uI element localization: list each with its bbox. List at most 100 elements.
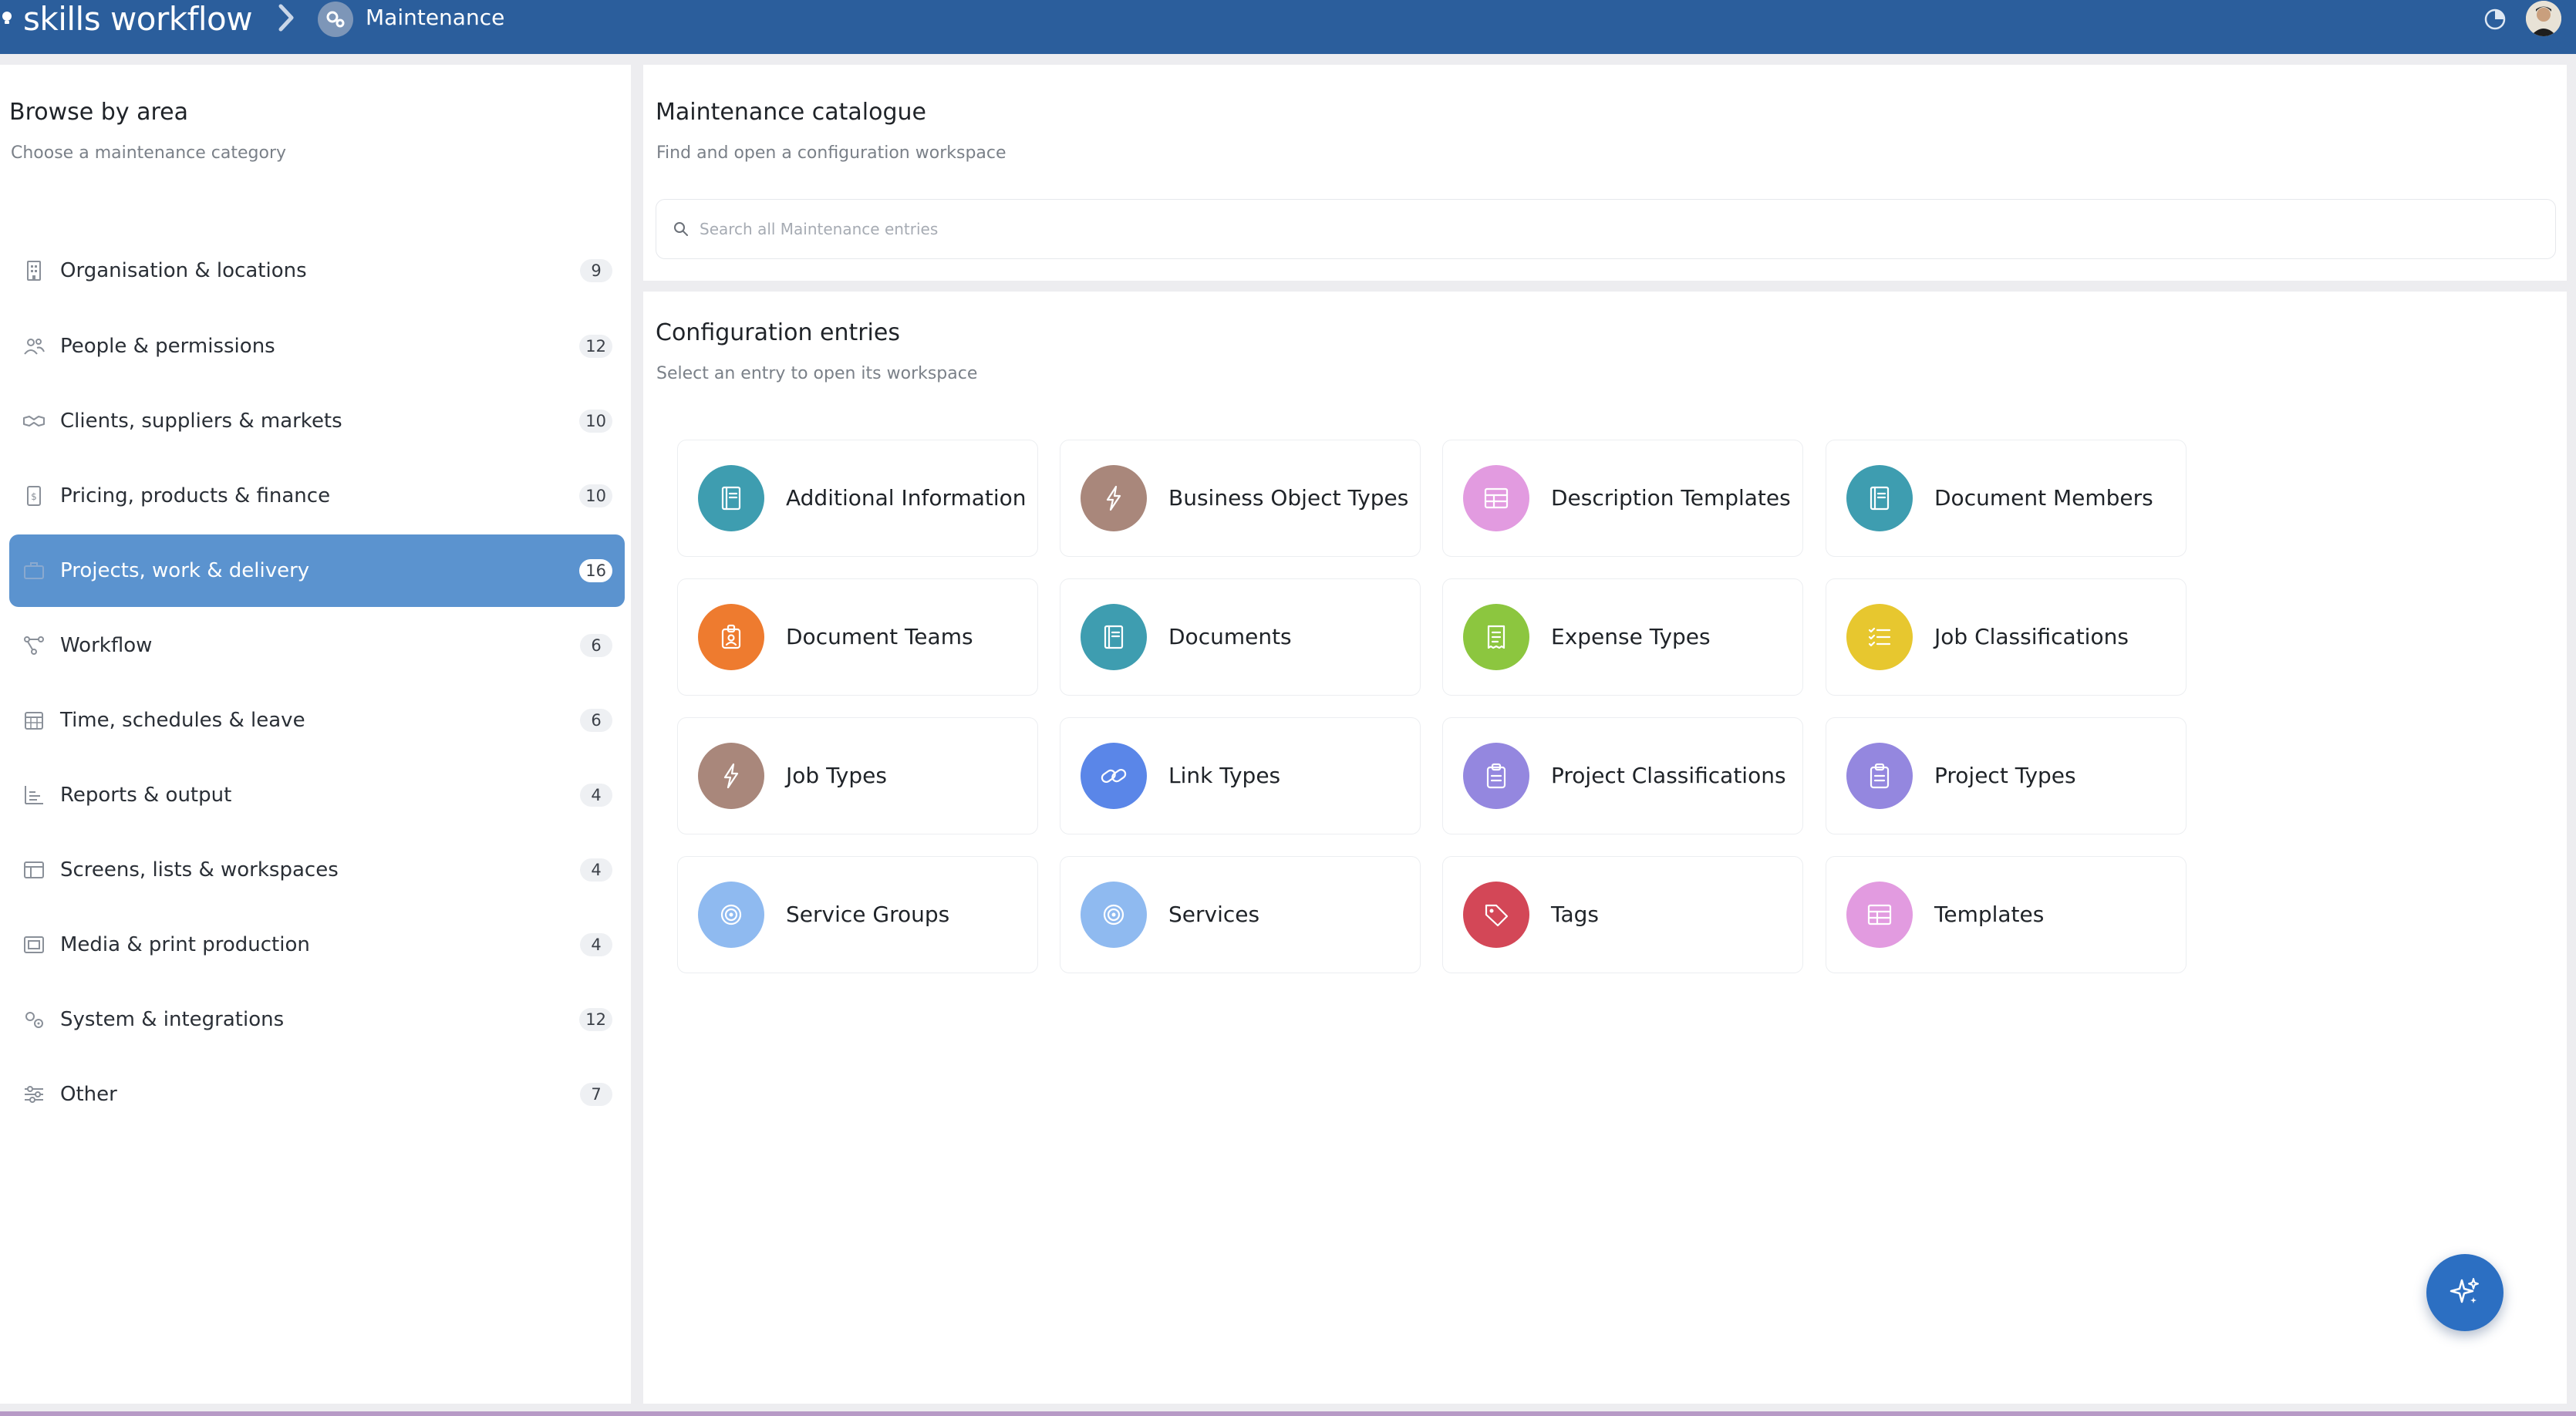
config-entry-label: Project Classifications	[1551, 763, 1786, 788]
config-entry-label: Link Types	[1168, 763, 1281, 788]
count-badge: 6	[580, 634, 612, 657]
count-badge: 4	[580, 858, 612, 882]
sidebar-item[interactable]: Other 7	[9, 1058, 625, 1131]
sidebar-item-label: Screens, lists & workspaces	[60, 858, 339, 882]
count-badge: 4	[580, 933, 612, 956]
count-badge: 7	[580, 1083, 612, 1106]
people-icon	[24, 339, 45, 355]
config-entry-card[interactable]: Job Types	[677, 717, 1038, 834]
app-logo[interactable]: skills workflow	[2, 0, 253, 38]
config-entry-label: Job Types	[786, 763, 887, 788]
sidebar-item[interactable]: Workflow 6	[9, 609, 625, 682]
target-icon	[1081, 882, 1147, 948]
chevron-right-icon	[278, 4, 294, 32]
config-entry-label: Business Object Types	[1168, 485, 1409, 511]
config-entry-label: Documents	[1168, 624, 1292, 649]
search-input[interactable]	[698, 211, 2537, 248]
sidebar-item[interactable]: $ Pricing, products & finance 10	[9, 460, 625, 532]
config-entry-card[interactable]: Document Teams	[677, 578, 1038, 696]
clipboard-icon	[1463, 743, 1529, 809]
config-entry-label: Additional Information	[786, 485, 1027, 511]
catalogue-panel: Maintenance catalogue Find and open a co…	[643, 65, 2567, 281]
bulb-icon	[2, 12, 12, 24]
count-badge: 4	[580, 784, 612, 807]
sidebar-item[interactable]: Organisation & locations 9	[9, 234, 625, 307]
config-entry-card[interactable]: Additional Information	[677, 440, 1038, 557]
bottom-accent-line	[0, 1411, 2576, 1416]
link-icon	[1081, 743, 1147, 809]
bolt-icon	[1081, 465, 1147, 531]
table-icon	[1846, 882, 1913, 948]
sidebar-item-label: People & permissions	[60, 335, 275, 358]
config-entry-label: Services	[1168, 902, 1260, 927]
workflow-icon	[24, 636, 44, 655]
book-icon	[1846, 465, 1913, 531]
bar-chart-icon	[25, 786, 43, 804]
config-panel: Configuration entries Select an entry to…	[643, 292, 2567, 1404]
config-entry-label: Expense Types	[1551, 624, 1711, 649]
gears-icon	[318, 2, 353, 37]
layout-icon	[24, 861, 44, 878]
clipboard-icon	[1846, 743, 1913, 809]
sidebar-item[interactable]: Clients, suppliers & markets 10	[9, 385, 625, 457]
invoice-icon: $	[27, 486, 41, 506]
breadcrumb-current[interactable]: Maintenance	[366, 3, 504, 32]
count-badge: 10	[579, 484, 612, 507]
sidebar-item-label: Clients, suppliers & markets	[60, 410, 342, 433]
config-entry-label: Templates	[1934, 902, 2045, 927]
config-entry-card[interactable]: Expense Types	[1442, 578, 1803, 696]
count-badge: 6	[580, 709, 612, 732]
badge-icon	[698, 604, 764, 670]
search-icon	[674, 222, 688, 236]
media-icon	[24, 936, 44, 953]
config-entry-card[interactable]: Project Types	[1826, 717, 2187, 834]
book-icon	[1081, 604, 1147, 670]
theme-palette-icon[interactable]	[2482, 6, 2508, 32]
config-entry-card[interactable]: Service Groups	[677, 856, 1038, 973]
checklist-icon	[1846, 604, 1913, 670]
sidebar-item[interactable]: People & permissions 12	[9, 310, 625, 383]
config-entry-card[interactable]: Link Types	[1060, 717, 1421, 834]
gears-icon	[25, 1012, 43, 1028]
ai-assistant-button[interactable]	[2426, 1254, 2504, 1331]
sidebar-item[interactable]: Reports & output 4	[9, 759, 625, 831]
sidebar-item-label: System & integrations	[60, 1008, 285, 1031]
sidebar-title: Browse by area	[9, 99, 189, 126]
config-entry-label: Job Classifications	[1934, 624, 2129, 649]
sidebar-item-label: Pricing, products & finance	[60, 484, 331, 507]
search-box[interactable]	[656, 199, 2556, 259]
sidebar-item-label: Projects, work & delivery	[60, 559, 310, 582]
config-entry-card[interactable]: Business Object Types	[1060, 440, 1421, 557]
sidebar-item[interactable]: System & integrations 12	[9, 983, 625, 1056]
sidebar-item[interactable]: Projects, work & delivery 16	[9, 534, 625, 607]
sidebar-item[interactable]: Media & print production 4	[9, 909, 625, 981]
config-entry-card[interactable]: Documents	[1060, 578, 1421, 696]
sidebar-item-label: Workflow	[60, 634, 153, 657]
config-entry-card[interactable]: Tags	[1442, 856, 1803, 973]
count-badge: 10	[579, 410, 612, 433]
sidebar-item-label: Other	[60, 1083, 117, 1106]
count-badge: 12	[579, 1008, 612, 1031]
tag-icon	[1463, 882, 1529, 948]
config-entry-card[interactable]: Job Classifications	[1826, 578, 2187, 696]
count-badge: 9	[580, 259, 612, 282]
brand-name: skills workflow	[23, 0, 253, 38]
config-entry-card[interactable]: Services	[1060, 856, 1421, 973]
user-avatar[interactable]	[2526, 1, 2561, 36]
config-entry-card[interactable]: Document Members	[1826, 440, 2187, 557]
sidebar-item[interactable]: Screens, lists & workspaces 4	[9, 834, 625, 906]
sidebar: Browse by area Choose a maintenance cate…	[0, 65, 631, 1404]
config-entry-card[interactable]: Templates	[1826, 856, 2187, 973]
sidebar-item-label: Reports & output	[60, 784, 232, 807]
config-entry-label: Document Teams	[786, 624, 973, 649]
config-entry-card[interactable]: Description Templates	[1442, 440, 1803, 557]
sidebar-item-label: Time, schedules & leave	[60, 709, 305, 732]
target-icon	[698, 882, 764, 948]
sidebar-item[interactable]: Time, schedules & leave 6	[9, 684, 625, 757]
config-entry-card[interactable]: Project Classifications	[1442, 717, 1803, 834]
handshake-icon	[23, 416, 45, 426]
sidebar-subtitle: Choose a maintenance category	[11, 143, 287, 163]
calendar-icon	[25, 712, 43, 730]
building-icon	[27, 261, 41, 281]
sidebar-item-label: Organisation & locations	[60, 259, 307, 282]
